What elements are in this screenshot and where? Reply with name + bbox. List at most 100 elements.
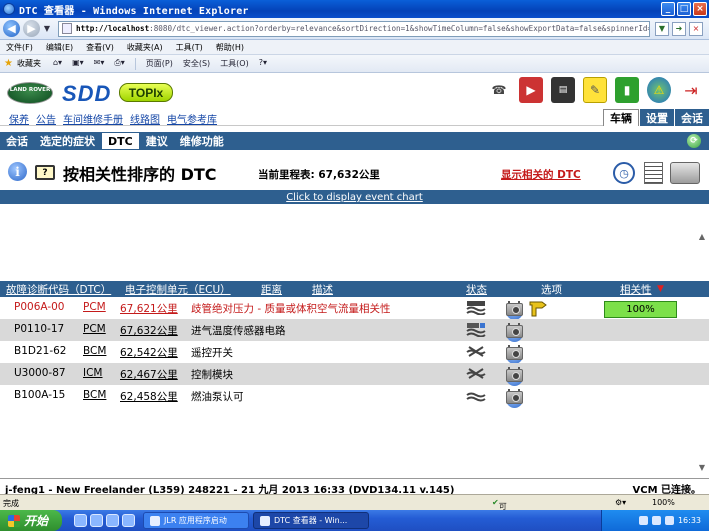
clock-icon[interactable]: ◷ xyxy=(613,162,635,184)
camera-icon[interactable] xyxy=(506,325,523,338)
vehicle-status-icon[interactable]: ▮ xyxy=(615,77,639,103)
scroll-up-icon[interactable]: ▲ xyxy=(696,232,708,244)
task-dtc-viewer[interactable]: DTC 查看器 - Win... xyxy=(253,512,369,529)
table-row[interactable]: P0110-17 PCM 67,632公里 进气温度传感器电路 i xyxy=(0,319,709,342)
zoom-level[interactable]: 100% xyxy=(652,498,675,507)
col-distance[interactable]: 距离 xyxy=(261,282,282,297)
ecu-link[interactable]: BCM xyxy=(83,345,106,357)
menu-favorites[interactable]: 收藏夹(A) xyxy=(127,42,163,53)
quicklaunch-ie-icon[interactable] xyxy=(74,514,87,527)
link-electrical-library[interactable]: 电气参考库 xyxy=(167,111,217,126)
col-description[interactable]: 描述 xyxy=(312,282,333,297)
scroll-down-icon[interactable]: ▼ xyxy=(696,463,708,475)
home-icon[interactable]: ⌂▾ xyxy=(53,58,62,70)
quicklaunch-app-icon[interactable] xyxy=(122,514,135,527)
minimize-button[interactable]: _ xyxy=(661,2,675,16)
dtc-description: 歧管绝对压力 - 质量或体积空气流量相关性 xyxy=(191,303,391,315)
menu-edit[interactable]: 编辑(E) xyxy=(46,42,73,53)
tools-menu[interactable]: 工具(O) xyxy=(220,58,249,70)
show-related-dtc-link[interactable]: 显示相关的 DTC xyxy=(501,167,581,182)
tray-network-icon[interactable] xyxy=(638,516,648,525)
distance-link[interactable]: 67,621公里 xyxy=(120,301,178,316)
distance-link[interactable]: 67,632公里 xyxy=(120,323,178,338)
distance-link[interactable]: 62,542公里 xyxy=(120,345,178,360)
tab-settings[interactable]: 设置 xyxy=(639,109,674,126)
menu-help[interactable]: 帮助(H) xyxy=(216,42,244,53)
camera-icon[interactable] xyxy=(506,347,523,360)
mail-icon[interactable]: ✉▾ xyxy=(94,58,105,70)
notes-icon[interactable]: ✎ xyxy=(583,77,607,103)
back-button[interactable]: ◀ xyxy=(3,20,20,37)
print-toolbar-icon[interactable]: ⎙▾ xyxy=(114,58,124,70)
table-row[interactable]: P006A-00 PCM 67,621公里 歧管绝对压力 - 质量或体积空气流量… xyxy=(0,297,709,320)
distance-link[interactable]: 62,458公里 xyxy=(120,389,178,404)
link-wiring-diagram[interactable]: 线路图 xyxy=(130,111,160,126)
list-icon[interactable] xyxy=(644,162,663,184)
refresh-icon[interactable]: ⟳ xyxy=(687,134,701,148)
url-input[interactable]: http://localhost:8080/dtc_viewer.action?… xyxy=(58,20,650,37)
ecu-link[interactable]: PCM xyxy=(83,301,106,313)
stop-icon[interactable]: × xyxy=(689,21,703,36)
sdd-application: LAND ROVER SDD TOPIx ☎ ▶ ▤ ✎ ▮ ⚠ ⇥ 保养 公告… xyxy=(0,73,709,477)
col-relevance[interactable]: 相关性 xyxy=(620,282,652,297)
folder-icon[interactable]: ? xyxy=(35,165,55,180)
close-button[interactable]: × xyxy=(693,2,707,16)
tray-security-icon[interactable] xyxy=(664,516,674,525)
camera-icon[interactable] xyxy=(506,391,523,404)
info-icon[interactable]: i xyxy=(8,162,27,181)
ecu-link[interactable]: ICM xyxy=(83,367,103,379)
network-icon[interactable]: ☎ xyxy=(487,77,511,103)
tray-volume-icon[interactable] xyxy=(651,516,661,525)
topix-logo[interactable]: TOPIx xyxy=(119,83,173,102)
help-toolbar-icon[interactable]: ?▾ xyxy=(259,58,267,70)
menu-view[interactable]: 查看(V) xyxy=(86,42,114,53)
maximize-button[interactable]: □ xyxy=(677,2,691,16)
menu-tools[interactable]: 工具(T) xyxy=(176,42,203,53)
col-code[interactable]: 故障诊断代码（DTC） xyxy=(6,282,111,297)
table-row[interactable]: U3000-87 ICM 62,467公里 控制模块 i xyxy=(0,363,709,386)
tab-session[interactable]: 会话 xyxy=(674,109,709,126)
forward-button[interactable]: ▶ xyxy=(23,20,40,37)
camera-icon[interactable] xyxy=(506,369,523,382)
protected-mode-icon[interactable]: ⚙▾ xyxy=(615,498,626,507)
globe-warning-icon[interactable]: ⚠ xyxy=(647,77,671,103)
distance-link[interactable]: 62,467公里 xyxy=(120,367,178,382)
favorites-star-icon[interactable]: ★ xyxy=(4,58,13,69)
favorites-button[interactable]: 收藏夹 xyxy=(17,58,41,69)
link-workshop-manual[interactable]: 车间维修手册 xyxy=(63,111,123,126)
tab-dtc[interactable]: DTC xyxy=(101,132,140,150)
table-row[interactable]: B100A-15 BCM 62,458公里 燃油泵认可 i xyxy=(0,385,709,408)
menu-file[interactable]: 文件(F) xyxy=(6,42,33,53)
pointer-hand-icon[interactable] xyxy=(528,299,548,317)
history-dropdown-icon[interactable]: ▼ xyxy=(42,24,52,33)
ecu-link[interactable]: PCM xyxy=(83,323,106,335)
link-maintenance[interactable]: 保养 xyxy=(9,111,29,126)
tab-session-overview[interactable]: 会话 xyxy=(0,132,34,150)
safety-menu[interactable]: 安全(S) xyxy=(183,58,210,70)
menu-bar: 文件(F) 编辑(E) 查看(V) 收藏夹(A) 工具(T) 帮助(H) xyxy=(0,40,709,55)
quicklaunch-desktop-icon[interactable] xyxy=(90,514,103,527)
recorder-icon[interactable]: ▶ xyxy=(519,77,543,103)
url-dropdown-icon[interactable]: ▼ xyxy=(655,21,669,36)
page-menu[interactable]: 页面(P) xyxy=(146,58,173,70)
tab-repair-functions[interactable]: 维修功能 xyxy=(174,132,230,150)
start-button[interactable]: 开始 xyxy=(0,510,62,531)
table-row[interactable]: B1D21-62 BCM 62,542公里 遥控开关 i xyxy=(0,341,709,364)
calendar-icon[interactable]: ▤ xyxy=(551,77,575,103)
ie-icon xyxy=(260,515,270,526)
col-ecu[interactable]: 电子控制单元（ECU） xyxy=(125,282,231,297)
tab-recommendations[interactable]: 建议 xyxy=(140,132,174,150)
tab-selected-symptoms[interactable]: 选定的症状 xyxy=(34,132,101,150)
link-bulletins[interactable]: 公告 xyxy=(36,111,56,126)
go-icon[interactable]: ➜ xyxy=(672,21,686,36)
ecu-link[interactable]: BCM xyxy=(83,389,106,401)
col-status[interactable]: 状态 xyxy=(466,282,487,297)
camera-icon[interactable] xyxy=(506,303,523,316)
printer-icon[interactable] xyxy=(670,162,700,184)
feeds-icon[interactable]: ▣▾ xyxy=(72,58,84,70)
exit-icon[interactable]: ⇥ xyxy=(679,77,703,103)
event-chart-link[interactable]: Click to display event chart xyxy=(286,192,423,203)
quicklaunch-media-icon[interactable] xyxy=(106,514,119,527)
task-jlr-launcher[interactable]: JLR 应用程序启动 xyxy=(143,512,249,529)
tab-vehicle[interactable]: 车辆 xyxy=(603,109,639,126)
